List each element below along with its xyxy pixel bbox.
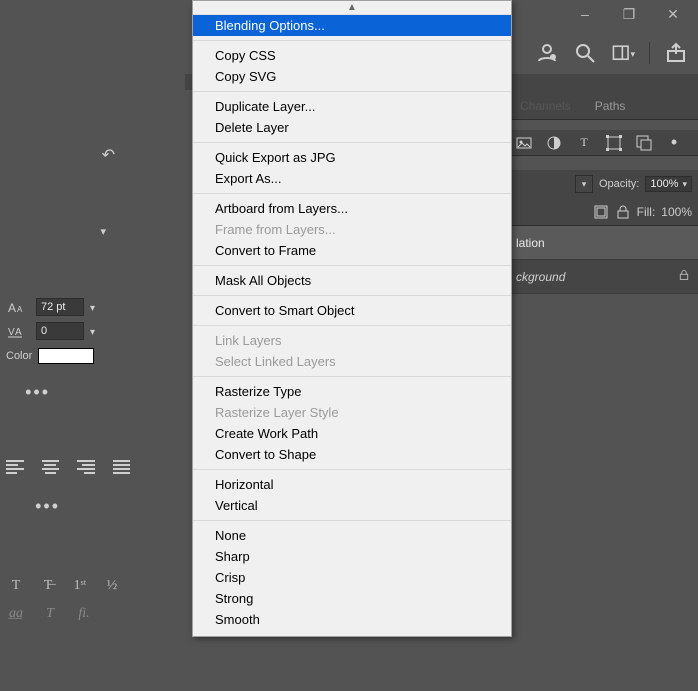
layer-filter-icons: T • (508, 130, 698, 156)
top-icon-strip: + (525, 36, 698, 70)
tab-paths[interactable]: Paths (583, 93, 638, 119)
menu-separator (193, 193, 511, 194)
cloud-user-icon[interactable]: + (535, 41, 559, 65)
menu-item[interactable]: Convert to Smart Object (193, 300, 511, 321)
lock-artboard-icon[interactable] (593, 204, 609, 220)
menu-item: Rasterize Layer Style (193, 402, 511, 423)
layer-name[interactable]: ckground (516, 270, 670, 284)
menu-separator (193, 469, 511, 470)
workspace-switcher-icon[interactable] (611, 41, 635, 65)
minimize-button[interactable]: – (572, 3, 598, 25)
divider (649, 42, 650, 64)
fill-label: Fill: (637, 205, 656, 219)
menu-item[interactable]: Horizontal (193, 474, 511, 495)
menu-item[interactable]: Quick Export as JPG (193, 147, 511, 168)
layer-row[interactable]: ckground (508, 260, 698, 294)
menu-item[interactable]: Copy CSS (193, 45, 511, 66)
menu-item[interactable]: Convert to Frame (193, 240, 511, 261)
menu-item[interactable]: Convert to Shape (193, 444, 511, 465)
opacity-value[interactable]: 100% (645, 176, 692, 192)
context-menu-body: Blending Options... Copy CSSCopy SVG Dupli… (193, 15, 511, 630)
menu-item[interactable]: Copy SVG (193, 66, 511, 87)
layer-row[interactable]: lation (508, 226, 698, 260)
lock-all-icon[interactable] (615, 204, 631, 220)
menu-item[interactable]: Strong (193, 588, 511, 609)
menu-item[interactable]: None (193, 525, 511, 546)
opacity-label: Opacity: (599, 178, 639, 190)
menu-separator (193, 265, 511, 266)
menu-item: Select Linked Layers (193, 351, 511, 372)
menu-item[interactable]: Sharp (193, 546, 511, 567)
menu-separator (193, 40, 511, 41)
blend-opacity-row: Opacity: 100% (508, 170, 698, 198)
menu-item[interactable]: Duplicate Layer... (193, 96, 511, 117)
menu-separator (193, 376, 511, 377)
menu-item[interactable]: Export As... (193, 168, 511, 189)
window-controls: – ❐ ✕ (572, 0, 698, 28)
filter-pixel-icon[interactable] (516, 135, 532, 151)
layer-list: lation ckground (508, 226, 698, 294)
filter-type-icon[interactable]: T (576, 135, 592, 151)
menu-separator (193, 520, 511, 521)
menu-item[interactable]: Create Work Path (193, 423, 511, 444)
menu-item[interactable]: Crisp (193, 567, 511, 588)
menu-item[interactable]: Mask All Objects (193, 270, 511, 291)
menu-separator (193, 295, 511, 296)
scroll-up-arrow[interactable]: ▲ (193, 1, 511, 15)
tab-channels[interactable]: Channels (508, 93, 583, 119)
layer-name[interactable]: lation (516, 236, 690, 250)
lock-fill-row: Fill: 100% (508, 198, 698, 226)
menu-item: Frame from Layers... (193, 219, 511, 240)
svg-text:+: + (552, 55, 555, 61)
filter-toggle-icon[interactable]: • (666, 135, 682, 151)
menu-item[interactable]: Blending Options... (193, 15, 511, 36)
menu-separator (193, 91, 511, 92)
menu-item[interactable]: Vertical (193, 495, 511, 516)
filter-shape-icon[interactable] (606, 135, 622, 151)
lock-icon[interactable] (678, 269, 690, 284)
filter-smartobj-icon[interactable] (636, 135, 652, 151)
layer-context-menu: ▲ Blending Options... Copy CSSCopy SVG Dup… (192, 0, 512, 637)
fill-value[interactable]: 100% (661, 205, 692, 219)
restore-button[interactable]: ❐ (616, 3, 642, 25)
panel-tabs: Channels Paths (508, 90, 698, 120)
menu-item[interactable]: Rasterize Type (193, 381, 511, 402)
menu-item[interactable]: Artboard from Layers... (193, 198, 511, 219)
blend-mode-select[interactable] (575, 175, 593, 193)
menu-separator (193, 325, 511, 326)
menu-separator (193, 142, 511, 143)
search-icon[interactable] (573, 41, 597, 65)
menu-item[interactable]: Smooth (193, 609, 511, 630)
menu-item: Link Layers (193, 330, 511, 351)
filter-adjust-icon[interactable] (546, 135, 562, 151)
share-icon[interactable] (664, 41, 688, 65)
close-button[interactable]: ✕ (660, 3, 686, 25)
menu-item[interactable]: Delete Layer (193, 117, 511, 138)
